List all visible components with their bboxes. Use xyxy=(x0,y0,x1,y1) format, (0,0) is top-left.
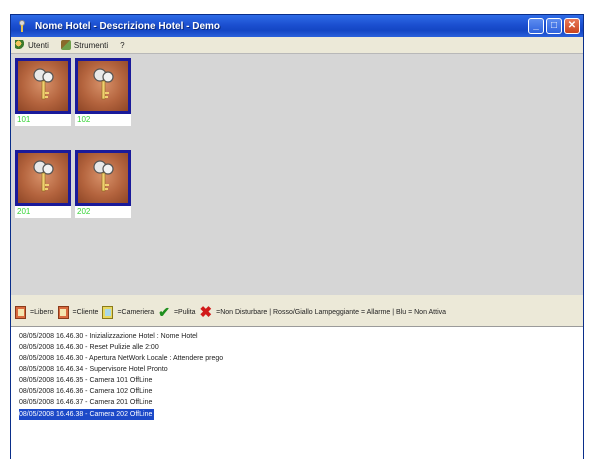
room-tile[interactable] xyxy=(75,58,131,114)
room-key-icon xyxy=(93,68,114,100)
window-title: Nome Hotel - Descrizione Hotel - Demo xyxy=(35,20,221,32)
cross-icon: ✖ xyxy=(199,304,213,321)
users-icon xyxy=(15,40,25,50)
rooms-panel: 101 102 201 202 xyxy=(11,53,583,295)
legend-cliente: =Cliente xyxy=(72,308,99,316)
menu-bar: Utenti Strumenti ? xyxy=(11,37,583,53)
menu-strumenti[interactable]: Strumenti xyxy=(60,40,109,50)
main-window: Nome Hotel - Descrizione Hotel - Demo _ … xyxy=(10,14,584,459)
room-number: 202 xyxy=(75,206,131,218)
log-entry[interactable]: 08/05/2008 16.46.36 - Camera 102 OffLine xyxy=(19,386,583,397)
legend-cameriera: =Cameriera xyxy=(117,308,155,316)
status-legend: =Libero =Cliente =Cameriera ✔ =Pulita ✖ … xyxy=(11,302,583,322)
log-entry[interactable]: 08/05/2008 16.46.30 - Apertura NetWork L… xyxy=(19,353,583,364)
menu-help[interactable]: ? xyxy=(120,41,124,50)
room-number: 201 xyxy=(15,206,71,218)
log-entry[interactable]: 08/05/2008 16.46.35 - Camera 101 OffLine xyxy=(19,375,583,386)
room-102[interactable]: 102 xyxy=(75,58,131,126)
free-room-icon xyxy=(15,305,26,319)
log-entry[interactable]: 08/05/2008 16.46.37 - Camera 201 OffLine xyxy=(19,397,583,408)
legend-pulita: =Pulita xyxy=(173,308,196,316)
log-entry[interactable]: 08/05/2008 16.46.30 - Inizializzazione H… xyxy=(19,331,583,342)
app-key-icon[interactable] xyxy=(16,19,30,33)
room-number: 101 xyxy=(15,114,71,126)
room-201[interactable]: 201 xyxy=(15,150,71,218)
client-room-icon xyxy=(57,305,69,319)
legend-libero: =Libero xyxy=(30,308,54,316)
log-entry-selected[interactable]: 08/05/2008 16.46.38 - Camera 202 OffLine xyxy=(19,409,155,420)
room-key-icon xyxy=(33,68,54,100)
log-entry[interactable]: 08/05/2008 16.46.34 - Supervisore Hotel … xyxy=(19,364,583,375)
log-entry[interactable]: 08/05/2008 16.46.30 - Reset Pulizie alle… xyxy=(19,342,583,353)
menu-strumenti-label: Strumenti xyxy=(73,40,109,50)
legend-non-disturbare: =Non Disturbare | Rosso/Giallo Lampeggia… xyxy=(216,308,447,316)
room-number: 102 xyxy=(75,114,131,126)
tools-icon xyxy=(60,40,71,50)
event-log-list[interactable]: 08/05/2008 16.46.30 - Inizializzazione H… xyxy=(11,326,583,459)
maid-room-icon xyxy=(102,305,114,319)
room-101[interactable]: 101 xyxy=(15,58,71,126)
room-tile[interactable] xyxy=(15,58,71,114)
room-tile[interactable] xyxy=(75,150,131,206)
window-controls: _ □ ✕ xyxy=(528,18,580,34)
maximize-button[interactable]: □ xyxy=(546,18,562,34)
room-key-icon xyxy=(33,160,54,192)
room-key-icon xyxy=(93,160,114,192)
minimize-button[interactable]: _ xyxy=(528,18,544,34)
menu-utenti[interactable]: Utenti xyxy=(15,40,49,50)
menu-help-label: ? xyxy=(120,40,125,50)
room-202[interactable]: 202 xyxy=(75,150,131,218)
title-bar[interactable]: Nome Hotel - Descrizione Hotel - Demo _ … xyxy=(11,15,583,37)
room-tile[interactable] xyxy=(15,150,71,206)
close-button[interactable]: ✕ xyxy=(564,18,580,34)
menu-utenti-label: Utenti xyxy=(28,40,49,50)
checkmark-icon: ✔ xyxy=(158,303,170,320)
